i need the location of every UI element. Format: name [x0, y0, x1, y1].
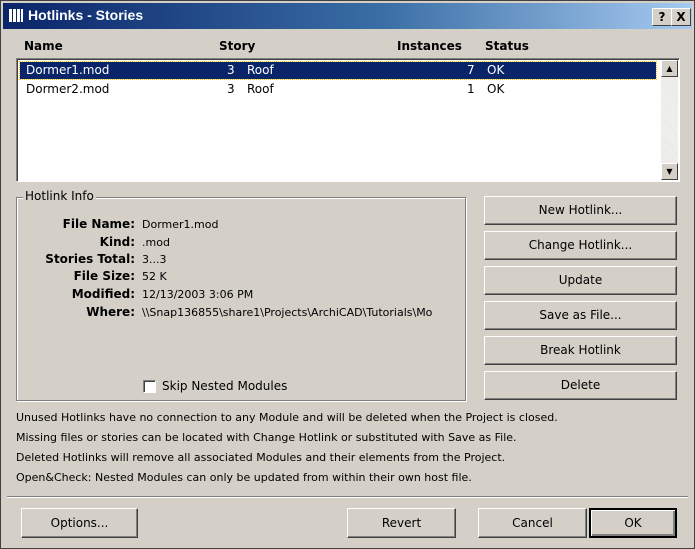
kind-value: .mod	[142, 236, 170, 249]
revert-button[interactable]: Revert	[347, 508, 456, 538]
stories-total-value: 3...3	[142, 253, 167, 266]
note-unused-hotlinks: Unused Hotlinks have no connection to an…	[16, 411, 558, 424]
library-icon	[9, 9, 23, 22]
row-story-name: Roof	[247, 63, 274, 77]
help-button[interactable]: ?	[652, 8, 672, 26]
hotlink-info-legend: Hotlink Info	[23, 189, 96, 203]
column-header-name[interactable]: Name	[24, 39, 63, 53]
row-story-number: 3	[227, 82, 235, 96]
hotlinks-list[interactable]: Dormer1.mod 3 Roof 7 OK Dormer2.mod 3 Ro…	[16, 58, 680, 182]
update-button[interactable]: Update	[484, 266, 677, 295]
row-status: OK	[487, 82, 505, 96]
where-label: Where:	[86, 305, 135, 319]
skip-nested-checkbox[interactable]	[143, 380, 156, 393]
scroll-up-arrow-icon[interactable]: ▲	[661, 60, 678, 77]
delete-button[interactable]: Delete	[484, 371, 677, 400]
row-status: OK	[487, 63, 505, 77]
list-row-dormer2[interactable]: Dormer2.mod 3 Roof 1 OK	[20, 81, 656, 98]
row-name: Dormer2.mod	[26, 82, 110, 96]
list-row-dormer1[interactable]: Dormer1.mod 3 Roof 7 OK	[19, 61, 657, 80]
row-story-number: 3	[227, 63, 235, 77]
note-deleted-hotlinks: Deleted Hotlinks will remove all associa…	[16, 451, 506, 464]
scroll-down-arrow-icon[interactable]: ▼	[661, 163, 678, 180]
close-button[interactable]: X	[671, 8, 691, 26]
row-instances: 1	[467, 82, 475, 96]
cancel-button[interactable]: Cancel	[478, 508, 587, 538]
column-header-story[interactable]: Story	[219, 39, 255, 53]
row-instances: 7	[467, 63, 475, 77]
row-name: Dormer1.mod	[26, 63, 110, 77]
list-scrollbar[interactable]: ▲ ▼	[661, 60, 678, 180]
row-story-name: Roof	[247, 82, 274, 96]
footer-divider	[7, 496, 688, 498]
window-title: Hotlinks - Stories	[28, 7, 144, 23]
note-open-check: Open&Check: Nested Modules can only be u…	[16, 471, 472, 484]
options-button[interactable]: Options...	[21, 508, 138, 538]
title-bar[interactable]: Hotlinks - Stories ? X	[3, 3, 692, 29]
file-name-label: File Name:	[62, 217, 135, 231]
file-size-value: 52 K	[142, 270, 167, 283]
note-missing-files: Missing files or stories can be located …	[16, 431, 517, 444]
stories-total-label: Stories Total:	[45, 252, 135, 266]
kind-label: Kind:	[99, 235, 135, 249]
file-size-label: File Size:	[73, 269, 135, 283]
save-as-file-button[interactable]: Save as File...	[484, 301, 677, 330]
ok-button[interactable]: OK	[589, 508, 677, 538]
column-header-instances[interactable]: Instances	[397, 39, 462, 53]
change-hotlink-button[interactable]: Change Hotlink...	[484, 231, 677, 260]
break-hotlink-button[interactable]: Break Hotlink	[484, 336, 677, 365]
column-header-status[interactable]: Status	[485, 39, 529, 53]
where-value: \\Snap136855\share1\Projects\ArchiCAD\Tu…	[142, 306, 433, 319]
skip-nested-label[interactable]: Skip Nested Modules	[162, 379, 287, 393]
modified-label: Modified:	[71, 287, 135, 301]
file-name-value: Dormer1.mod	[142, 218, 219, 231]
new-hotlink-button[interactable]: New Hotlink...	[484, 196, 677, 225]
modified-value: 12/13/2003 3:06 PM	[142, 288, 254, 301]
hotlinks-dialog: Hotlinks - Stories ? X Name Story Instan…	[0, 0, 695, 549]
